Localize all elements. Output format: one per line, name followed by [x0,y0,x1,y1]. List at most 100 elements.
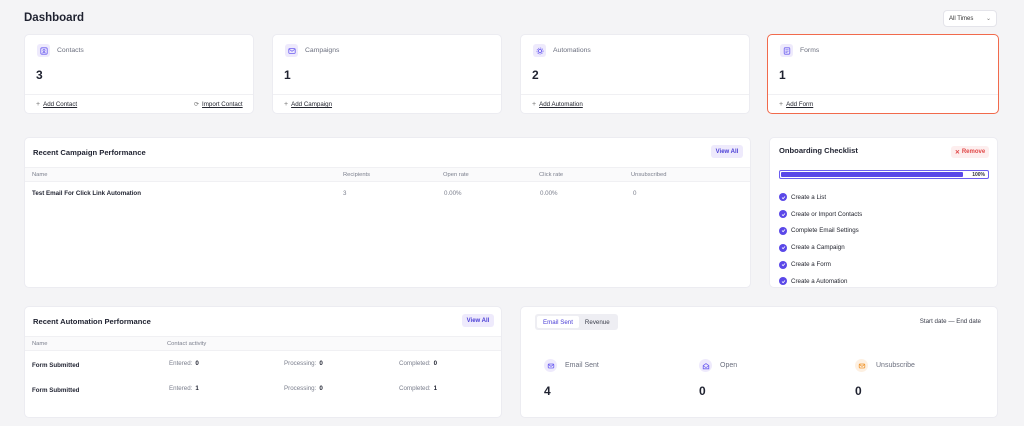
card-divider [768,94,998,95]
remove-label: Remove [961,149,986,155]
campaign-open-rate: 0.00% [444,190,462,197]
checklist-item[interactable]: Create a Campaign [779,239,862,256]
metric-email-sent: Email Sent 4 [544,359,599,398]
check-icon [779,210,787,219]
automation-name[interactable]: Form Submitted [32,362,79,369]
contacts-card: Contacts 3 + Add Contact ⟳ Import Contac… [24,34,254,114]
completed-stat: Completed: 0 [399,360,438,367]
contacts-icon [37,44,50,57]
campaign-unsubscribed: 0 [633,190,637,197]
entered-stat: Entered: 1 [169,385,199,392]
campaigns-card: Campaigns 1 + Add Campaign [272,34,502,114]
plus-icon: + [532,101,537,108]
check-icon [779,243,787,252]
campaign-recipients: 3 [343,190,347,197]
add-contact-link[interactable]: + Add Contact [36,101,77,108]
campaigns-icon [285,44,298,57]
add-automation-link[interactable]: + Add Automation [532,101,583,108]
table-header: Name Contact activity [25,336,501,351]
range-select[interactable]: All Times ⌄ [943,10,997,27]
open-label: Open [720,362,738,369]
processing-stat: Processing: 0 [284,360,323,367]
checklist-item[interactable]: Create a Automation [779,273,862,290]
chevron-down-icon: ⌄ [985,16,991,22]
email-stats-card: Email Sent Revenue Start date — End date… [520,306,998,418]
check-icon [779,260,787,269]
add-form-label: Add Form [786,101,814,108]
checklist-item-label: Create a Form [791,261,831,269]
automations-value: 2 [532,68,539,82]
automation-performance-card: Recent Automation Performance View All N… [24,306,502,418]
tab-email-sent[interactable]: Email Sent [537,316,579,328]
unsubscribe-value: 0 [855,384,862,398]
processing-stat: Processing: 0 [284,385,323,392]
import-contact-link[interactable]: ⟳ Import Contact [194,101,243,108]
email-sent-label: Email Sent [565,362,599,369]
close-icon: ✕ [954,149,960,156]
automations-card: Automations 2 + Add Automation [520,34,750,114]
campaign-performance-title: Recent Campaign Performance [33,148,146,157]
automation-name[interactable]: Form Submitted [32,387,79,394]
onboarding-title: Onboarding Checklist [779,146,858,155]
checklist-item[interactable]: Create a List [779,189,862,206]
check-icon [779,226,787,235]
metric-open: Open 0 [699,359,737,398]
plus-icon: + [36,101,41,108]
checklist-item[interactable]: Create or Import Contacts [779,206,862,223]
campaign-name[interactable]: Test Email For Click Link Automation [32,190,141,197]
col-open-rate: Open rate [443,172,469,178]
card-divider [521,94,749,95]
campaigns-value: 1 [284,68,291,82]
contacts-value: 3 [36,68,43,82]
unsubscribe-label: Unsubscribe [876,362,915,369]
view-all-button[interactable]: View All [462,314,494,327]
add-automation-label: Add Automation [539,101,583,108]
automations-label: Automations [553,47,591,54]
tab-revenue[interactable]: Revenue [579,316,616,328]
page-title: Dashboard [24,12,85,24]
col-contact-activity: Contact activity [167,341,207,347]
forms-icon [780,44,793,57]
plus-icon: + [284,101,289,108]
check-icon [779,277,787,286]
forms-label: Forms [800,47,820,54]
contacts-label: Contacts [57,47,84,54]
add-contact-label: Add Contact [43,101,78,108]
add-campaign-link[interactable]: + Add Campaign [284,101,332,108]
checklist-item-label: Complete Email Settings [791,227,859,235]
card-divider [25,94,253,95]
card-divider [273,94,501,95]
table-header: Name Recipients Open rate Click rate Uns… [25,167,750,182]
checklist-item[interactable]: Create a Form [779,256,862,273]
add-form-link[interactable]: + Add Form [779,101,813,108]
view-all-button[interactable]: View All [711,145,743,158]
check-icon [779,193,787,202]
progress-percent: 100% [972,172,985,178]
date-range-picker[interactable]: Start date — End date [920,318,981,325]
entered-stat: Entered: 0 [169,360,199,367]
metric-unsubscribe: Unsubscribe 0 [855,359,915,398]
checklist-item[interactable]: Complete Email Settings [779,223,862,240]
plus-icon: + [779,101,784,108]
automations-icon [533,44,546,57]
completed-stat: Completed: 1 [399,385,438,392]
import-icon: ⟳ [194,102,200,108]
col-click-rate: Click rate [539,172,564,178]
stats-tabs: Email Sent Revenue [535,314,618,330]
checklist-item-label: Create a List [791,193,827,201]
col-recipients: Recipients [343,172,371,178]
open-value: 0 [699,384,706,398]
email-sent-value: 4 [544,384,551,398]
unsubscribe-icon [855,359,868,372]
import-contact-label: Import Contact [202,101,243,108]
email-sent-icon [544,359,557,372]
remove-button[interactable]: ✕ Remove [951,146,989,158]
checklist: Create a List Create or Import Contacts Co… [779,189,862,290]
campaign-performance-card: Recent Campaign Performance View All Nam… [24,137,751,288]
checklist-item-label: Create a Campaign [791,244,845,252]
range-select-value: All Times [949,15,974,22]
forms-value: 1 [779,68,786,82]
campaigns-label: Campaigns [305,47,340,54]
onboarding-card: Onboarding Checklist ✕ Remove 100% Creat… [769,137,998,288]
checklist-item-label: Create a Automation [791,277,848,285]
